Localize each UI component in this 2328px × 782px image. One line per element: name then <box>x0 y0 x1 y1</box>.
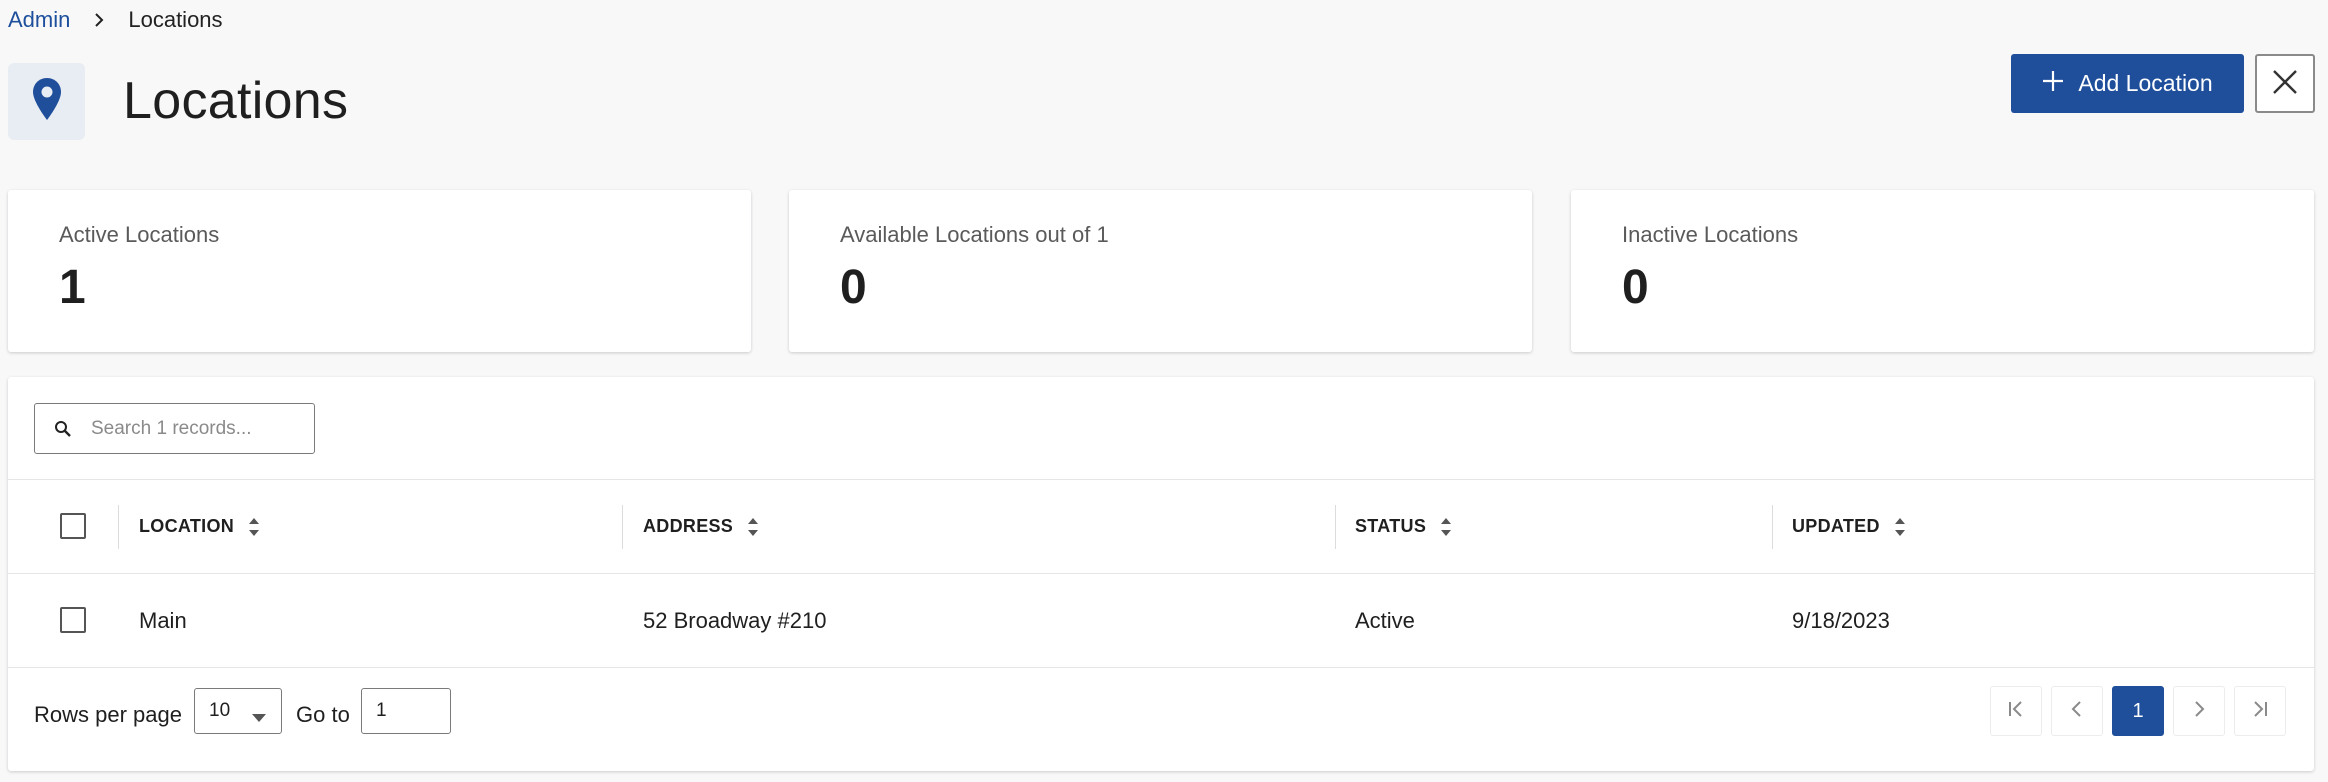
column-header-location[interactable]: LOCATION <box>139 480 260 573</box>
stat-card-inactive: Inactive Locations 0 <box>1571 190 2314 352</box>
locations-table-card: LOCATION ADDRESS STATUS UPDATED <box>8 377 2314 771</box>
cell-address: 52 Broadway #210 <box>643 607 827 633</box>
stat-value: 1 <box>59 261 86 314</box>
sort-icon[interactable] <box>1894 516 1906 538</box>
stat-label: Inactive Locations <box>1622 222 1799 247</box>
rows-per-page-select[interactable]: 10 <box>194 688 282 734</box>
search-box[interactable] <box>34 403 315 454</box>
column-separator <box>1772 505 1773 549</box>
column-header-label: ADDRESS <box>643 516 734 536</box>
column-header-status[interactable]: STATUS <box>1355 480 1452 573</box>
search-input[interactable] <box>91 417 301 440</box>
search-icon <box>35 420 91 438</box>
breadcrumb-admin-link[interactable]: Admin <box>8 7 70 33</box>
previous-page-button[interactable] <box>2051 686 2103 736</box>
column-header-updated[interactable]: UPDATED <box>1792 480 1906 573</box>
page-icon-box <box>8 63 85 140</box>
column-separator <box>1335 505 1336 549</box>
caret-down-icon <box>251 707 267 729</box>
rows-per-page-value: 10 <box>209 700 231 721</box>
column-separator <box>622 505 623 549</box>
next-page-button[interactable] <box>2173 686 2225 736</box>
stat-value: 0 <box>1622 261 1649 314</box>
plus-icon <box>2042 70 2064 98</box>
go-to-page-input[interactable] <box>361 688 451 734</box>
last-page-icon <box>2251 700 2269 723</box>
cell-updated: 9/18/2023 <box>1792 607 1890 633</box>
select-all-checkbox[interactable] <box>60 513 86 539</box>
first-page-icon <box>2007 700 2025 723</box>
first-page-button[interactable] <box>1990 686 2042 736</box>
sort-icon[interactable] <box>1440 516 1452 538</box>
column-separator <box>118 505 119 549</box>
go-to-label: Go to <box>296 702 350 727</box>
page-button-current[interactable]: 1 <box>2112 686 2164 736</box>
map-pin-icon <box>32 77 62 126</box>
column-header-address[interactable]: ADDRESS <box>643 480 759 573</box>
stat-label: Available Locations out of 1 <box>840 222 1109 247</box>
sort-icon[interactable] <box>248 516 260 538</box>
chevron-right-icon <box>92 13 106 27</box>
breadcrumb: Admin Locations <box>8 6 223 34</box>
cell-location: Main <box>139 607 187 633</box>
rows-per-page-label: Rows per page <box>34 702 182 727</box>
stat-label: Active Locations <box>59 222 220 247</box>
pagination-bar: Rows per page 10 Go to 1 <box>8 668 2314 771</box>
cell-status: Active <box>1355 607 1415 633</box>
add-location-button[interactable]: Add Location <box>2011 54 2244 113</box>
table-row[interactable]: Main 52 Broadway #210 Active 9/18/2023 <box>8 574 2314 667</box>
chevron-right-icon <box>2190 700 2208 723</box>
last-page-button[interactable] <box>2234 686 2286 736</box>
row-checkbox[interactable] <box>60 607 86 633</box>
breadcrumb-current: Locations <box>128 7 223 32</box>
stat-card-active: Active Locations 1 <box>8 190 751 352</box>
table-header-row: LOCATION ADDRESS STATUS UPDATED <box>8 480 2314 573</box>
column-header-label: STATUS <box>1355 516 1427 536</box>
close-icon <box>2272 69 2298 98</box>
close-button[interactable] <box>2255 54 2315 113</box>
column-header-label: UPDATED <box>1792 516 1880 536</box>
stat-card-available: Available Locations out of 1 0 <box>789 190 1532 352</box>
page-title: Locations <box>123 72 349 130</box>
add-location-label: Add Location <box>2078 70 2213 96</box>
column-header-label: LOCATION <box>139 516 235 536</box>
sort-icon[interactable] <box>747 516 759 538</box>
chevron-left-icon <box>2068 700 2086 723</box>
stat-value: 0 <box>840 261 867 314</box>
